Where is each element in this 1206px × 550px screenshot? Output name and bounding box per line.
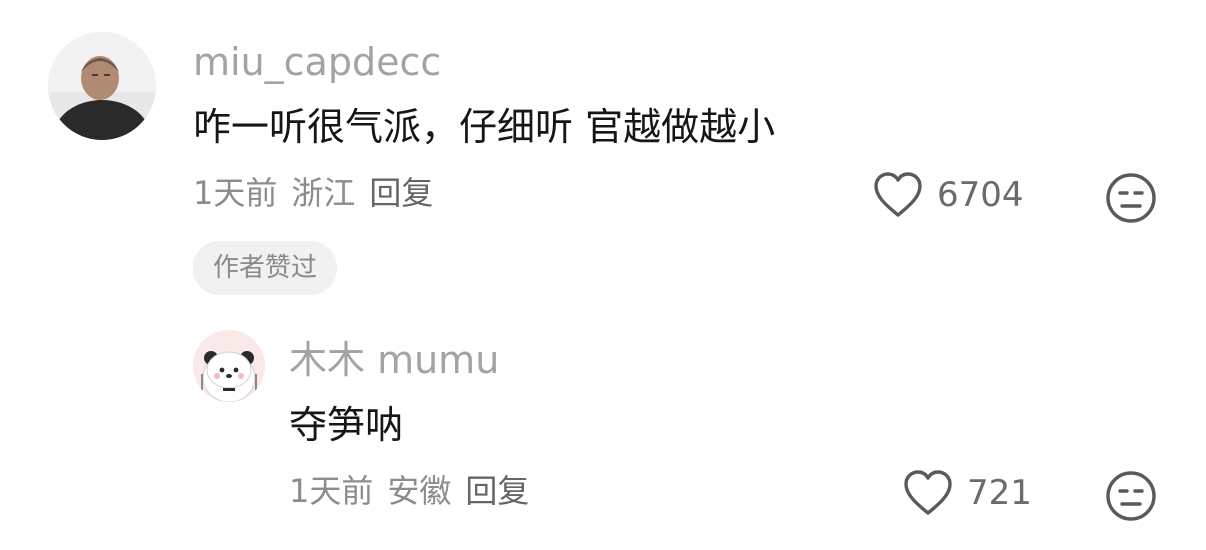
reply-reply-button[interactable]: 回复 [465,472,529,510]
reply-item: 木木 mumu 夺笋呐 1天前 安徽 回复 721 [0,310,1206,550]
avatar[interactable] [48,32,156,140]
unamused-face-icon [1106,173,1156,223]
reply-text: 夺笋呐 [289,403,404,447]
reply-like-button[interactable]: 721 [903,470,1032,516]
reply-like-count: 721 [967,473,1032,513]
comment-meta: 1天前 浙江 回复 [193,174,447,212]
comment-item: miu_capdecc 咋一听很气派，仔细听 官越做越小 1天前 浙江 回复 670… [0,0,1206,310]
comment-like-button[interactable]: 6704 [873,172,1024,218]
heart-outline-icon [874,172,922,217]
reply-location: 安徽 [387,472,452,510]
heart-outline-icon [904,470,952,515]
reply-dislike-button[interactable] [1105,470,1157,526]
avatar-photo [48,32,156,140]
comment-username[interactable]: miu_capdecc [193,40,441,84]
reply-meta: 1天前 安徽 回复 [289,472,543,510]
comment-like-count: 6704 [937,175,1024,215]
comment-time: 1天前 [193,174,278,212]
comment-text: 咋一听很气派，仔细听 官越做越小 [193,105,776,149]
panda-avatar [193,330,265,402]
reply-avatar[interactable] [193,330,265,402]
comment-dislike-button[interactable] [1105,172,1157,228]
author-liked-badge: 作者赞过 [193,241,338,295]
reply-username[interactable]: 木木 mumu [289,338,499,382]
unamused-face-icon [1106,471,1156,521]
comment-reply-button[interactable]: 回复 [369,174,433,212]
comment-location: 浙江 [291,174,356,212]
reply-time: 1天前 [289,472,374,510]
